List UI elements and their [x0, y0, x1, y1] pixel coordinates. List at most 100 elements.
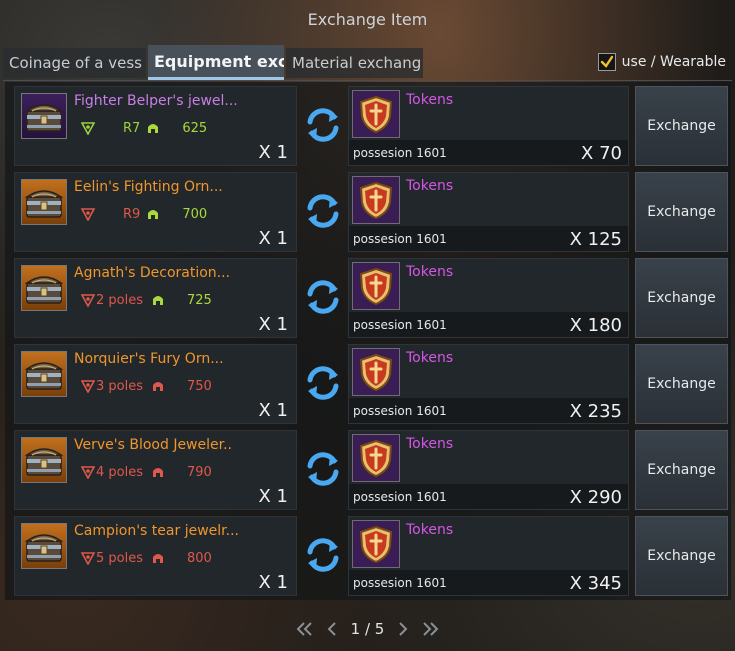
exchange-button[interactable]: Exchange	[635, 516, 728, 596]
item-slot[interactable]: Agnath's Decoration... 2 poles 725 X 1	[14, 258, 297, 338]
poles-label: 2 poles	[96, 292, 143, 308]
token-name: Tokens	[406, 350, 454, 366]
exchange-button[interactable]: Exchange	[635, 172, 728, 252]
level-label: 700	[182, 206, 208, 222]
item-slot[interactable]: Norquier's Fury Orn... 3 poles 750 X 1	[14, 344, 297, 424]
item-stats: R9 700	[81, 204, 281, 224]
chest-icon	[21, 351, 67, 397]
item-stats: 2 poles 725	[81, 290, 281, 310]
item-stats: 5 poles 800	[81, 548, 281, 568]
next-page-button[interactable]	[394, 620, 412, 638]
helmet-icon	[153, 296, 163, 305]
gem-socket-icon	[81, 294, 95, 307]
possession-count: possesion 1601	[353, 232, 447, 246]
level-label: 625	[182, 120, 208, 136]
item-name: Campion's tear jewelr...	[74, 523, 239, 539]
chest-icon	[21, 437, 67, 483]
cost-slot[interactable]: Tokens possesion 1601 X 290	[348, 430, 629, 510]
exchange-button[interactable]: Exchange	[635, 344, 728, 424]
exchange-button[interactable]: Exchange	[635, 430, 728, 510]
possession-count: possesion 1601	[353, 404, 447, 418]
cost-slot[interactable]: Tokens possesion 1601 X 345	[348, 516, 629, 596]
tab-coinage[interactable]: Coinage of a vess	[3, 48, 146, 78]
pagination: 1 / 5	[0, 612, 735, 646]
item-slot[interactable]: Campion's tear jewelr... 5 poles 800 X 1	[14, 516, 297, 596]
rank-label: R7	[123, 120, 141, 136]
level-label: 790	[187, 464, 212, 480]
window-title: Exchange Item	[307, 9, 428, 29]
shield-emblem-icon	[352, 520, 400, 568]
item-slot[interactable]: Eelin's Fighting Orn... R9 700 X 1	[14, 172, 297, 252]
item-stats: 3 poles 750	[81, 376, 281, 396]
gem-socket-icon	[81, 466, 95, 479]
cost-quantity: X 235	[569, 401, 622, 422]
chest-icon	[21, 179, 67, 225]
poles-label: 3 poles	[96, 378, 143, 394]
cost-slot[interactable]: Tokens possesion 1601 X 235	[348, 344, 629, 424]
item-slot[interactable]: Fighter Belper's jewel... R7 625 X 1	[14, 86, 297, 166]
cost-slot[interactable]: Tokens possesion 1601 X 125	[348, 172, 629, 252]
helmet-icon	[148, 124, 159, 133]
cost-quantity: X 70	[581, 143, 622, 164]
exchange-button[interactable]: Exchange	[635, 258, 728, 338]
wearable-checkbox[interactable]	[597, 53, 616, 71]
first-page-button[interactable]	[295, 620, 313, 638]
shield-emblem-icon	[352, 434, 400, 482]
cost-slot[interactable]: Tokens possesion 1601 X 180	[348, 258, 629, 338]
shield-emblem-icon	[352, 262, 400, 310]
chest-icon	[21, 265, 67, 311]
page-indicator: 1 / 5	[350, 620, 385, 638]
last-page-button[interactable]	[422, 620, 440, 638]
rank-label: R9	[123, 206, 141, 222]
cost-slot[interactable]: Tokens possesion 1601 X 70	[348, 86, 629, 166]
gem-socket-icon	[81, 122, 95, 135]
double-chevron-right-icon	[423, 622, 439, 636]
exchange-arrows-icon	[307, 280, 339, 314]
exchange-row: Verve's Blood Jeweler.. 4 poles 790 X 1 Toke…	[14, 430, 730, 510]
token-name: Tokens	[406, 178, 454, 194]
item-quantity: X 1	[258, 314, 288, 335]
exchange-row: Campion's tear jewelr... 5 poles 800 X 1 Tok…	[14, 516, 730, 596]
helmet-icon	[148, 210, 159, 219]
tab-equipment-exchange[interactable]: Equipment excl	[148, 45, 284, 80]
item-stats: R7 625	[81, 118, 281, 138]
exchange-arrows-icon	[307, 366, 339, 400]
item-name: Fighter Belper's jewel...	[74, 93, 238, 109]
exchange-row: Agnath's Decoration... 2 poles 725 X 1 Token…	[14, 258, 730, 338]
item-quantity: X 1	[258, 572, 288, 593]
exchange-row: Eelin's Fighting Orn... R9 700 X 1 Tokens pos…	[14, 172, 730, 252]
chevron-right-icon	[399, 622, 408, 636]
wearable-filter[interactable]: use / Wearable	[597, 51, 726, 73]
double-chevron-left-icon	[296, 622, 312, 636]
exchange-arrows-icon	[307, 538, 339, 572]
cost-quantity: X 345	[569, 573, 622, 594]
level-label: 750	[187, 378, 212, 394]
exchange-button[interactable]: Exchange	[635, 86, 728, 166]
helmet-icon	[153, 382, 163, 391]
poles-label: 4 poles	[96, 464, 143, 480]
item-quantity: X 1	[258, 228, 288, 249]
gem-socket-icon	[81, 552, 95, 565]
exchange-window: Exchange Item Coinage of a vess Equipmen…	[0, 0, 735, 651]
token-name: Tokens	[406, 264, 454, 280]
item-stats: 4 poles 790	[81, 462, 281, 482]
cost-quantity: X 125	[569, 229, 622, 250]
item-name: Norquier's Fury Orn...	[74, 351, 224, 367]
chevron-left-icon	[327, 622, 336, 636]
wearable-filter-label: use / Wearable	[621, 54, 726, 70]
token-name: Tokens	[406, 92, 454, 108]
shield-emblem-icon	[352, 176, 400, 224]
possession-count: possesion 1601	[353, 146, 447, 160]
item-name: Agnath's Decoration...	[74, 265, 231, 281]
item-quantity: X 1	[258, 486, 288, 507]
exchange-row: Fighter Belper's jewel... R7 625 X 1 Tokens p…	[14, 86, 730, 166]
check-icon	[600, 55, 613, 68]
tab-material-exchange[interactable]: Material exchang	[286, 48, 423, 78]
item-slot[interactable]: Verve's Blood Jeweler.. 4 poles 790 X 1	[14, 430, 297, 510]
item-quantity: X 1	[258, 142, 288, 163]
cost-quantity: X 180	[569, 315, 622, 336]
cost-quantity: X 290	[569, 487, 622, 508]
prev-page-button[interactable]	[323, 620, 341, 638]
helmet-icon	[153, 468, 163, 477]
exchange-arrows-icon	[307, 452, 339, 486]
